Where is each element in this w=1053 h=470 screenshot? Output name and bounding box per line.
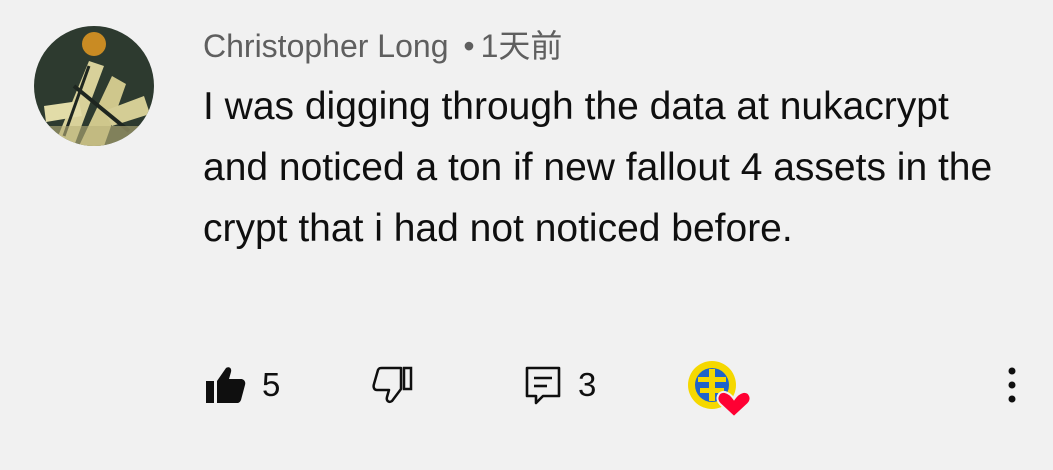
avatar-image <box>34 26 154 146</box>
comment-text: I was digging through the data at nukacr… <box>203 85 993 250</box>
thumbs-down-icon <box>372 366 413 404</box>
comment-reply-icon <box>525 366 561 405</box>
creator-heart <box>686 359 752 419</box>
thumbs-up-icon <box>206 367 246 403</box>
like-count: 5 <box>262 366 281 403</box>
dislike-button[interactable] <box>372 355 414 415</box>
separator-dot: • <box>463 28 475 64</box>
comment-header: Christopher Long • 1天前 <box>203 26 562 66</box>
author-name[interactable]: Christopher Long <box>203 28 448 64</box>
comment-actions: 5 3 <box>0 355 1053 419</box>
reply-button[interactable]: 3 <box>524 355 596 415</box>
more-vertical-icon <box>1008 367 1016 403</box>
timestamp[interactable]: 1天前 <box>481 28 563 64</box>
avatar[interactable] <box>34 26 154 146</box>
like-button[interactable]: 5 <box>204 355 280 415</box>
creator-heart-icon <box>688 361 752 419</box>
more-options-button[interactable] <box>996 363 1028 407</box>
comment-thread: Christopher Long • 1天前 I was digging thro… <box>0 0 1053 470</box>
reply-count: 3 <box>578 366 597 403</box>
